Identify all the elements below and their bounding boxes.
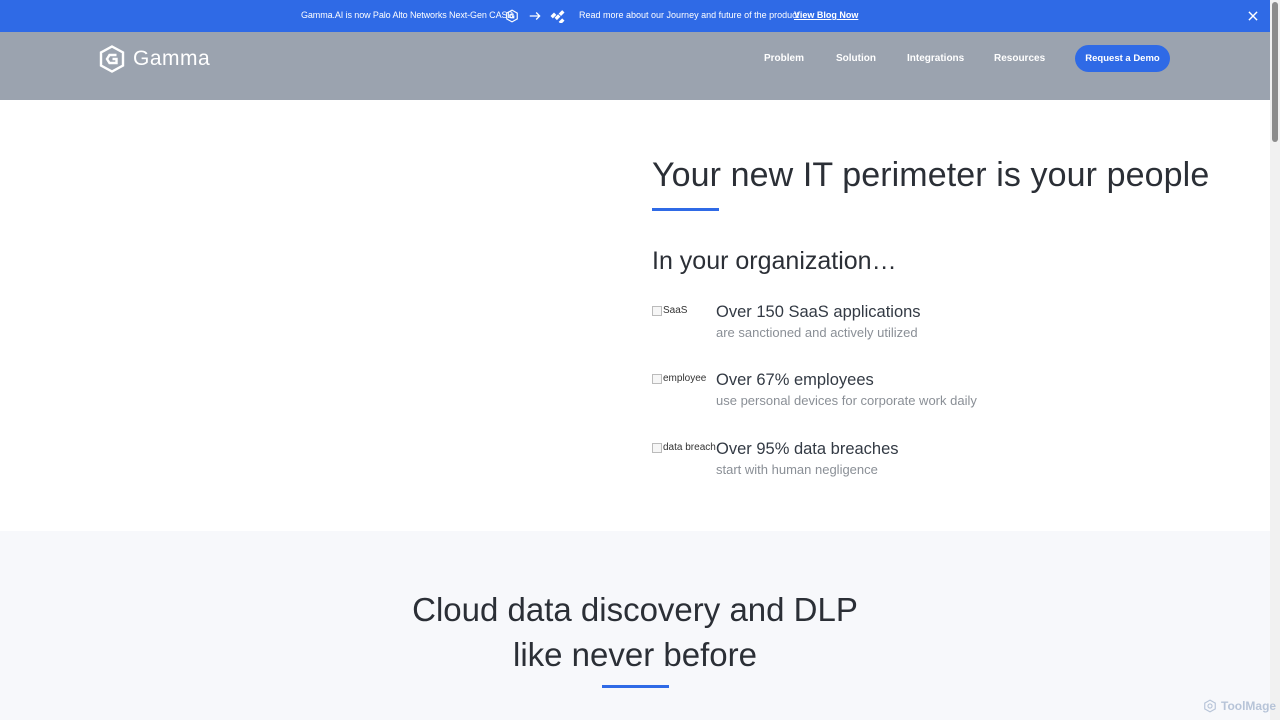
organization-heading: In your organization…	[652, 247, 897, 275]
gamma-logo-icon	[506, 9, 518, 23]
close-icon[interactable]	[1246, 9, 1260, 23]
toolmage-logo-icon	[1204, 699, 1216, 713]
dlp-title-line1: Cloud data discovery and DLP	[412, 591, 858, 628]
dlp-title-line2: like never before	[513, 636, 757, 673]
arrow-right-icon	[529, 12, 541, 20]
nav-solution[interactable]: Solution	[836, 53, 876, 64]
data-breach-image-placeholder: data breach	[652, 442, 716, 453]
nav-resources[interactable]: Resources	[994, 53, 1045, 64]
dlp-title-underline	[602, 685, 669, 688]
watermark: ToolMage	[1203, 699, 1276, 713]
saas-image-placeholder: SaaS	[652, 305, 687, 316]
announcement-bar: Gamma.AI is now Palo Alto Networks Next-…	[0, 0, 1270, 32]
scrollbar-thumb[interactable]	[1272, 2, 1278, 142]
nav-problem[interactable]: Problem	[764, 53, 804, 64]
logo-wordmark: Gamma	[133, 47, 211, 70]
employee-image-placeholder: employee	[652, 373, 706, 384]
stat-subtext: are sanctioned and actively utilized	[716, 325, 918, 340]
nav-integrations[interactable]: Integrations	[907, 53, 964, 64]
site-header: Gamma Problem Solution Integrations Reso…	[0, 32, 1270, 100]
announcement-message: Gamma.AI is now Palo Alto Networks Next-…	[301, 10, 514, 20]
gamma-logo-icon	[99, 45, 125, 73]
broken-image-icon	[652, 305, 662, 316]
hero-title: Your new IT perimeter is your people	[652, 156, 1210, 194]
dlp-section-title: Cloud data discovery and DLP like never …	[0, 587, 1270, 677]
stat-headline: Over 150 SaaS applications	[716, 303, 921, 321]
watermark-text: ToolMage	[1221, 699, 1277, 713]
stat-headline: Over 95% data breaches	[716, 440, 899, 458]
stat-subtext: use personal devices for corporate work …	[716, 393, 977, 408]
stat-subtext: start with human negligence	[716, 462, 878, 477]
view-blog-link[interactable]: View Blog Now	[794, 10, 858, 20]
broken-image-icon	[652, 373, 662, 384]
stat-headline: Over 67% employees	[716, 371, 874, 389]
site-logo[interactable]: Gamma	[99, 45, 210, 73]
request-demo-button[interactable]: Request a Demo	[1075, 45, 1170, 72]
broken-image-icon	[652, 442, 662, 453]
palo-alto-logo-icon	[550, 10, 565, 23]
hero-title-underline	[652, 208, 719, 211]
announcement-read-more: Read more about our Journey and future o…	[579, 10, 800, 20]
